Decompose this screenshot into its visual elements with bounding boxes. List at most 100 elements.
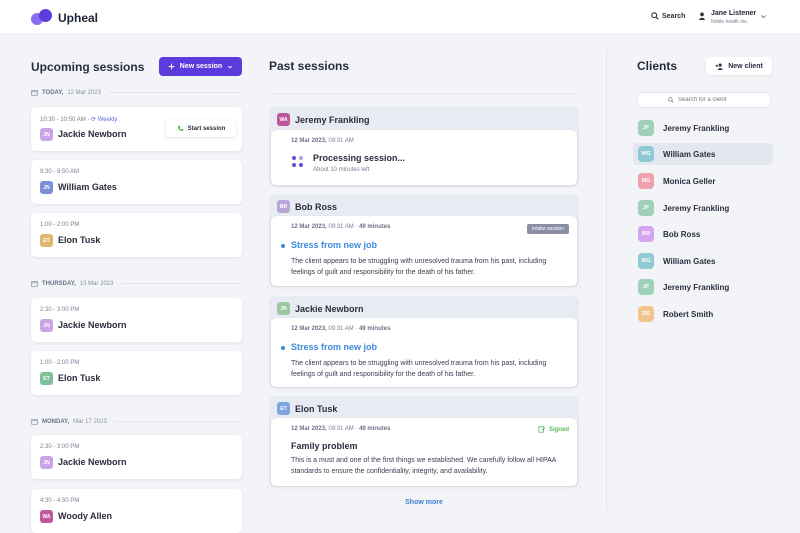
top-bar: Upheal Search Jane Listener Noble health… <box>0 0 800 35</box>
avatar: ET <box>40 372 53 385</box>
past-session-client[interactable]: WA Jeremy Frankling <box>277 113 370 126</box>
past-session-client[interactable]: ET Elon Tusk <box>277 402 337 415</box>
session-time: 10:30 - 10:50 AM · ⟳ Weekly <box>40 117 118 123</box>
client-search-input[interactable] <box>678 97 740 103</box>
avatar: JF <box>638 120 654 136</box>
day-date: 12 Mar 2023 <box>67 89 102 96</box>
avatar: JN <box>40 181 53 194</box>
past-session-group: JN Jackie Newborn 12 Mar 2023, 09:31 AM … <box>269 296 579 388</box>
client-name: Monica Geller <box>663 176 716 186</box>
start-session-label: Start session <box>187 125 226 132</box>
user-organization: Noble health inc. <box>711 19 749 25</box>
avatar: WA <box>277 113 290 126</box>
session-title[interactable]: Stress from new job <box>291 342 377 352</box>
chevron-down-icon <box>228 65 233 69</box>
phone-icon <box>177 125 183 131</box>
session-time: 2:30 - 3:00 PM <box>40 444 80 450</box>
day-header-monday: MONDAY, Mar 17 2023 <box>31 418 242 425</box>
avatar: WG <box>638 253 654 269</box>
start-session-button[interactable]: Start session <box>166 120 236 137</box>
session-summary: The client appears to be struggling with… <box>291 258 547 276</box>
past-sessions-title: Past sessions <box>269 59 350 73</box>
client-list-item[interactable]: BR Bob Ross <box>633 223 773 245</box>
client-list-item[interactable]: WG William Gates <box>633 143 773 165</box>
user-icon <box>698 12 706 20</box>
upcoming-sessions-title: Upcoming sessions <box>31 60 145 74</box>
session-summary: This is a must and one of the first thin… <box>291 457 557 475</box>
session-title[interactable]: Family problem <box>291 441 358 451</box>
session-card[interactable]: 10:30 - 10:50 AM · ⟳ Weekly JN Jackie Ne… <box>31 107 242 151</box>
client-name: Jackie Newborn <box>58 320 127 330</box>
client-name: William Gates <box>58 182 117 192</box>
new-client-label: New client <box>728 62 763 70</box>
clients-title: Clients <box>637 59 678 73</box>
client-name: Bob Ross <box>295 201 338 212</box>
client-list-item[interactable]: RS Robert Smith <box>633 303 773 325</box>
new-session-button[interactable]: New session <box>159 57 242 76</box>
search-icon <box>651 12 659 20</box>
session-meta: 12 Mar 2023, 09:31 AM · 49 minutes <box>291 326 391 332</box>
avatar: JN <box>40 456 53 469</box>
session-card[interactable]: 2:30 - 3:00 PM JN Jackie Newborn <box>31 298 242 342</box>
show-more-link[interactable]: Show more <box>269 499 579 506</box>
past-session-card[interactable]: 12 Mar 2023, 09:31 AM Processing session… <box>271 130 577 185</box>
client-name: Jeremy Frankling <box>663 123 730 133</box>
client-name: Jeremy Frankling <box>663 282 730 292</box>
session-card[interactable]: 1:00 - 2:00 PM ET Elon Tusk <box>31 213 242 257</box>
calendar-icon <box>31 281 38 287</box>
new-client-button[interactable]: New client <box>706 57 772 75</box>
day-header-today: TODAY, 12 Mar 2023 <box>31 89 242 96</box>
past-session-client[interactable]: BR Bob Ross <box>277 200 337 213</box>
bullet-icon <box>281 346 285 350</box>
session-meta: 12 Mar 2023, 09:31 AM · 49 minutes <box>291 426 391 432</box>
past-session-card[interactable]: 12 Mar 2023, 09:31 AM · 49 minutes Signe… <box>271 418 577 486</box>
upheal-logo[interactable] <box>31 9 53 25</box>
past-session-card[interactable]: 12 Mar 2023, 09:31 AM · 49 minutes Intak… <box>271 216 577 286</box>
past-session-group: BR Bob Ross 12 Mar 2023, 09:31 AM · 49 m… <box>269 194 579 287</box>
signed-status: Signed <box>538 426 569 433</box>
session-card[interactable]: 4:30 - 4:50 PM WA Woody Allen <box>31 489 242 533</box>
client-name: Jackie Newborn <box>58 129 127 139</box>
processing-eta: About 10 minutes left <box>313 167 370 173</box>
avatar: JF <box>638 279 654 295</box>
past-session-client[interactable]: JN Jackie Newborn <box>277 302 364 315</box>
session-time: 4:30 - 4:50 PM <box>40 498 80 504</box>
client-name: Bob Ross <box>663 229 701 239</box>
client-list-item[interactable]: MG Monica Geller <box>633 170 773 192</box>
plus-icon <box>168 63 175 70</box>
user-menu[interactable]: Jane Listener Noble health inc. <box>698 10 770 28</box>
header-search-button[interactable]: Search <box>651 12 685 20</box>
client-name: Woody Allen <box>58 511 112 521</box>
session-summary: The client appears to be struggling with… <box>291 360 547 378</box>
avatar: JN <box>40 128 53 141</box>
client-list-item[interactable]: JF Jeremy Frankling <box>633 117 773 139</box>
client-name: Jackie Newborn <box>295 303 364 314</box>
brand-name[interactable]: Upheal <box>58 11 98 25</box>
client-list-item[interactable]: JF Jeremy Frankling <box>633 276 773 298</box>
session-card[interactable]: 9:30 - 9:50 AM JN William Gates <box>31 160 242 204</box>
client-search-box[interactable] <box>637 92 771 108</box>
bullet-icon <box>281 244 285 248</box>
past-session-card[interactable]: 12 Mar 2023, 09:31 AM · 49 minutes Stres… <box>271 318 577 387</box>
session-time: 1:00 - 2:00 PM <box>40 222 80 228</box>
session-card[interactable]: 2:30 - 3:00 PM JN Jackie Newborn <box>31 435 242 479</box>
day-header-thursday: THURSDAY, 13 Mar 2023 <box>31 280 242 287</box>
header-search-label: Search <box>662 12 686 20</box>
day-date: 13 Mar 2023 <box>79 280 114 287</box>
client-name: Jeremy Frankling <box>663 203 730 213</box>
day-label: MONDAY, <box>42 418 70 425</box>
avatar: BR <box>277 200 290 213</box>
client-list-item[interactable]: JF Jeremy Frankling <box>633 197 773 219</box>
client-name: Elon Tusk <box>58 235 101 245</box>
day-label: THURSDAY, <box>42 280 76 287</box>
processing-status: Processing session... <box>313 153 406 163</box>
day-date: Mar 17 2023 <box>73 418 107 425</box>
client-name: Jeremy Frankling <box>295 114 370 125</box>
client-list-item[interactable]: WG William Gates <box>633 250 773 272</box>
session-title[interactable]: Stress from new job <box>291 240 377 250</box>
avatar: JN <box>40 319 53 332</box>
session-card[interactable]: 1:00 - 2:00 PM ET Elon Tusk <box>31 351 242 395</box>
client-name: William Gates <box>663 256 716 266</box>
avatar: ET <box>40 234 53 247</box>
divider <box>269 93 579 94</box>
